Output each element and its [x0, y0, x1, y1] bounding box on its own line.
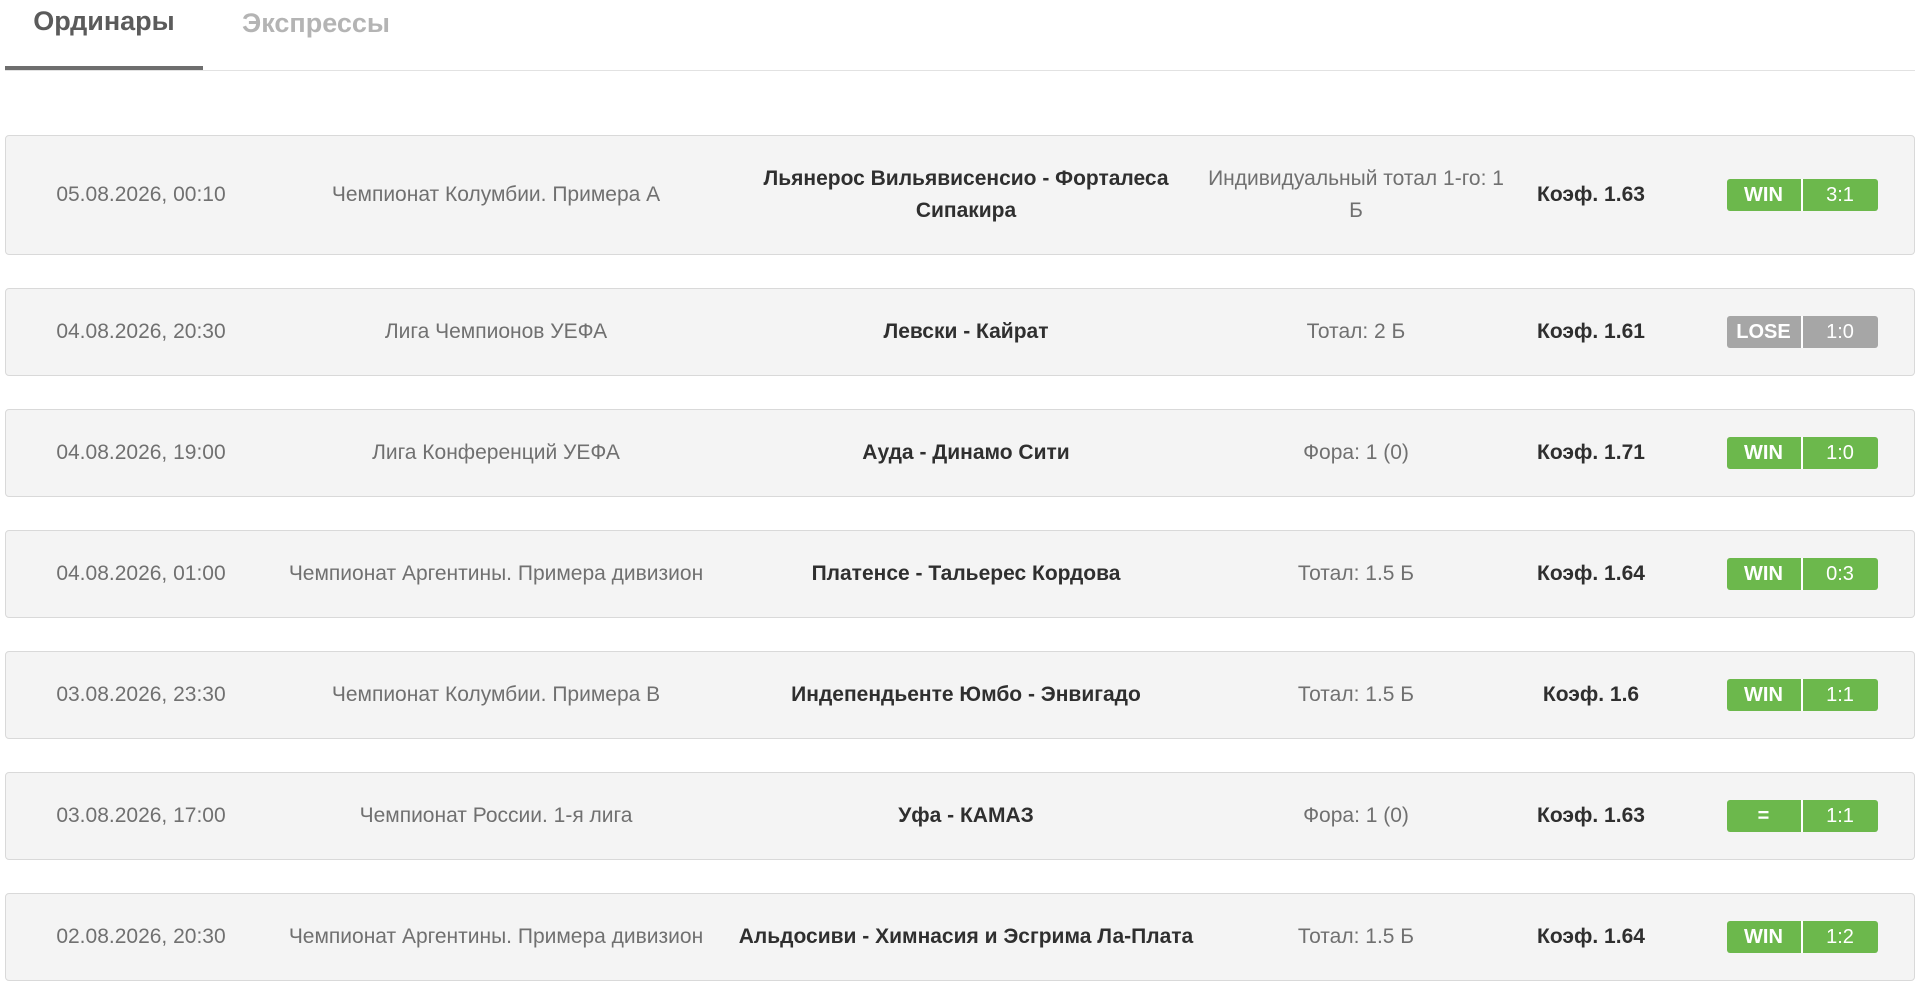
bet-match: Индепендьенте Юмбо - Энвигадо: [791, 683, 1141, 706]
bet-row[interactable]: 03.08.2026, 17:00 Чемпионат России. 1-я …: [5, 772, 1915, 860]
result-score: 1:1: [1800, 800, 1878, 832]
bet-match: Левски - Кайрат: [883, 320, 1049, 343]
tab-express-label: Экспрессы: [242, 7, 390, 38]
bet-datetime: 03.08.2026, 23:30: [56, 683, 226, 706]
bet-coefficient: Коэф. 1.71: [1537, 441, 1645, 464]
result-badge: WIN 3:1: [1726, 179, 1878, 211]
tab-singles[interactable]: Ординары: [5, 0, 203, 70]
bet-league: Чемпионат России. 1-я лига: [359, 804, 633, 827]
bet-result: WIN 1:2: [1726, 894, 1878, 980]
bet-result: WIN 1:1: [1726, 652, 1878, 738]
bet-result: LOSE 1:0: [1726, 289, 1878, 375]
bet-coefficient: Коэф. 1.64: [1537, 562, 1645, 585]
bet-row[interactable]: 05.08.2026, 00:10 Чемпионат Колумбии. Пр…: [5, 135, 1915, 255]
bet-result: WIN 0:3: [1726, 531, 1878, 617]
result-score: 1:1: [1800, 679, 1878, 711]
result-status: WIN: [1726, 437, 1801, 469]
bet-match: Уфа - КАМАЗ: [898, 804, 1034, 827]
bet-type-tabs: Ординары Экспрессы: [5, 0, 1915, 71]
bet-datetime: 04.08.2026, 19:00: [56, 441, 226, 464]
result-badge: LOSE 1:0: [1726, 316, 1878, 348]
result-status: WIN: [1726, 558, 1801, 590]
bet-match: Платенсе - Тальерес Кордова: [811, 562, 1121, 585]
result-score: 1:0: [1800, 437, 1878, 469]
bet-league: Чемпионат Аргентины. Примера дивизион: [288, 562, 704, 585]
result-status: WIN: [1726, 679, 1801, 711]
bet-league: Чемпионат Аргентины. Примера дивизион: [288, 925, 704, 948]
bet-row[interactable]: 03.08.2026, 23:30 Чемпионат Колумбии. Пр…: [5, 651, 1915, 739]
bet-market: Индивидуальный тотал 1-го: 1 Б: [1208, 167, 1504, 222]
result-status: WIN: [1726, 921, 1801, 953]
result-badge: WIN 1:0: [1726, 437, 1878, 469]
bet-datetime: 05.08.2026, 00:10: [56, 183, 226, 206]
bet-datetime: 04.08.2026, 20:30: [56, 320, 226, 343]
bets-history-page: Ординары Экспрессы 05.08.2026, 00:10 Чем…: [0, 0, 1920, 1002]
bet-league: Лига Чемпионов УЕФА: [384, 320, 608, 343]
result-status: LOSE: [1726, 316, 1801, 348]
bet-datetime: 03.08.2026, 17:00: [56, 804, 226, 827]
bet-match: Льянерос Вильявисенсио - Форталеса Сипак…: [763, 167, 1169, 222]
bet-datetime: 02.08.2026, 20:30: [56, 925, 226, 948]
bet-league: Лига Конференций УЕФА: [372, 441, 620, 464]
bet-market: Тотал: 1.5 Б: [1297, 925, 1415, 948]
result-score: 1:2: [1800, 921, 1878, 953]
bet-match: Альдосиви - Химнасия и Эсгрима Ла-Плата: [738, 925, 1194, 948]
result-badge: WIN 1:1: [1726, 679, 1878, 711]
result-badge: WIN 1:2: [1726, 921, 1878, 953]
bet-market: Тотал: 1.5 Б: [1297, 562, 1415, 585]
result-score: 1:0: [1800, 316, 1878, 348]
bet-market: Фора: 1 (0): [1303, 804, 1409, 827]
bet-row[interactable]: 04.08.2026, 19:00 Лига Конференций УЕФА …: [5, 409, 1915, 497]
tab-express[interactable]: Экспрессы: [217, 0, 415, 70]
bet-coefficient: Коэф. 1.6: [1542, 683, 1640, 706]
bet-row[interactable]: 04.08.2026, 20:30 Лига Чемпионов УЕФА Ле…: [5, 288, 1915, 376]
bet-datetime: 04.08.2026, 01:00: [56, 562, 226, 585]
result-badge: = 1:1: [1726, 800, 1878, 832]
result-status: WIN: [1726, 179, 1801, 211]
bet-market: Тотал: 1.5 Б: [1297, 683, 1415, 706]
bet-result: = 1:1: [1726, 773, 1878, 859]
bet-row[interactable]: 02.08.2026, 20:30 Чемпионат Аргентины. П…: [5, 893, 1915, 981]
tab-singles-label: Ординары: [33, 5, 175, 36]
result-score: 3:1: [1800, 179, 1878, 211]
bet-coefficient: Коэф. 1.63: [1537, 804, 1645, 827]
bet-coefficient: Коэф. 1.64: [1537, 925, 1645, 948]
result-badge: WIN 0:3: [1726, 558, 1878, 590]
bet-coefficient: Коэф. 1.61: [1537, 320, 1645, 343]
bet-league: Чемпионат Колумбии. Примера B: [331, 683, 661, 706]
bet-result: WIN 3:1: [1726, 136, 1878, 254]
bet-result: WIN 1:0: [1726, 410, 1878, 496]
result-score: 0:3: [1800, 558, 1878, 590]
bet-league: Чемпионат Колумбии. Примера А: [331, 183, 661, 206]
bet-coefficient: Коэф. 1.63: [1537, 183, 1645, 206]
bet-match: Ауда - Динамо Сити: [862, 441, 1070, 464]
bet-market: Фора: 1 (0): [1303, 441, 1409, 464]
bet-market: Тотал: 2 Б: [1306, 320, 1406, 343]
bet-row[interactable]: 04.08.2026, 01:00 Чемпионат Аргентины. П…: [5, 530, 1915, 618]
result-status: =: [1726, 800, 1801, 832]
